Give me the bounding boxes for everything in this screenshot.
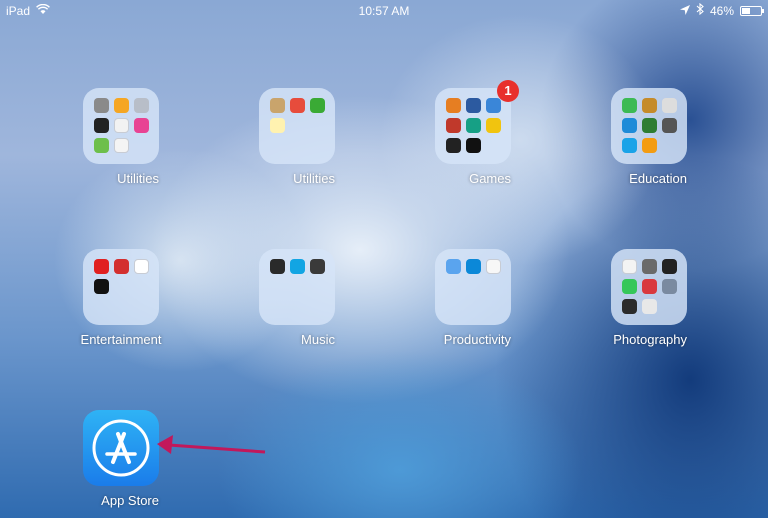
mini-app-icon bbox=[485, 118, 501, 133]
mini-app-icon bbox=[661, 98, 677, 113]
folder-productivity[interactable]: Productivity bbox=[435, 249, 511, 349]
app-label: App Store bbox=[101, 493, 159, 508]
bluetooth-icon bbox=[696, 0, 704, 22]
folder-icon[interactable] bbox=[259, 88, 335, 164]
folder-utilities-2[interactable]: Utilities bbox=[259, 88, 335, 188]
mini-app-icon bbox=[113, 138, 129, 153]
folder-label: Photography bbox=[613, 332, 687, 347]
folder-icon[interactable] bbox=[611, 88, 687, 164]
mini-app-icon bbox=[465, 259, 481, 274]
mini-app-icon bbox=[93, 98, 109, 113]
mini-app-icon bbox=[445, 138, 461, 153]
mini-app-icon bbox=[641, 118, 657, 133]
mini-app-icon bbox=[289, 259, 305, 274]
folder-entertainment[interactable]: Entertainment bbox=[80, 249, 162, 349]
mini-app-icon bbox=[133, 118, 149, 133]
folder-icon[interactable] bbox=[435, 249, 511, 325]
mini-app-icon bbox=[93, 259, 109, 274]
folder-photography[interactable]: Photography bbox=[611, 249, 687, 349]
mini-app-icon bbox=[309, 259, 325, 274]
mini-app-icon bbox=[309, 98, 325, 113]
mini-app-icon bbox=[113, 98, 129, 113]
mini-app-icon bbox=[269, 118, 285, 133]
mini-app-icon bbox=[621, 98, 637, 113]
folder-label: Games bbox=[469, 171, 511, 186]
mini-app-icon bbox=[93, 279, 109, 294]
folder-education[interactable]: Education bbox=[611, 88, 687, 188]
folder-music[interactable]: Music bbox=[259, 249, 335, 349]
mini-app-icon bbox=[445, 259, 461, 274]
mini-app-icon bbox=[621, 118, 637, 133]
status-time: 10:57 AM bbox=[358, 4, 410, 18]
mini-app-icon bbox=[621, 138, 637, 153]
folder-label: Utilities bbox=[293, 171, 335, 186]
mini-app-icon bbox=[621, 279, 637, 294]
mini-app-icon bbox=[661, 279, 677, 294]
app-store-app[interactable]: App Store bbox=[83, 410, 159, 510]
mini-app-icon bbox=[465, 118, 481, 133]
mini-app-icon bbox=[641, 98, 657, 113]
folder-icon[interactable] bbox=[611, 249, 687, 325]
mini-app-icon bbox=[465, 138, 481, 153]
battery-icon bbox=[740, 6, 764, 16]
folder-label: Utilities bbox=[117, 171, 159, 186]
mini-app-icon bbox=[641, 259, 657, 274]
folder-label: Entertainment bbox=[80, 332, 162, 347]
mini-app-icon bbox=[445, 98, 461, 113]
mini-app-icon bbox=[641, 279, 657, 294]
mini-app-icon bbox=[133, 259, 149, 274]
mini-app-icon bbox=[113, 259, 129, 274]
folder-icon[interactable]: 1 bbox=[435, 80, 519, 164]
mini-app-icon bbox=[641, 138, 657, 153]
mini-app-icon bbox=[465, 98, 481, 113]
mini-app-icon bbox=[485, 259, 501, 274]
mini-app-icon bbox=[621, 259, 637, 274]
mini-app-icon bbox=[269, 98, 285, 113]
battery-level bbox=[742, 8, 750, 14]
folder-label: Productivity bbox=[443, 332, 511, 347]
app-store-icon[interactable] bbox=[83, 410, 159, 486]
mini-app-icon bbox=[621, 299, 637, 314]
mini-app-icon bbox=[113, 118, 129, 133]
folder-games[interactable]: 1 Games bbox=[435, 80, 519, 188]
mini-app-icon bbox=[485, 98, 501, 113]
location-icon bbox=[679, 0, 690, 22]
mini-app-icon bbox=[93, 138, 109, 153]
mini-app-icon bbox=[661, 259, 677, 274]
mini-app-icon bbox=[93, 118, 109, 133]
mini-app-icon bbox=[661, 118, 677, 133]
notification-badge: 1 bbox=[497, 80, 519, 102]
folder-label: Music bbox=[301, 332, 335, 347]
folder-icon[interactable] bbox=[83, 249, 159, 325]
folder-utilities-1[interactable]: Utilities bbox=[83, 88, 159, 188]
folder-label: Education bbox=[629, 171, 687, 186]
folder-icon[interactable] bbox=[259, 249, 335, 325]
mini-app-icon bbox=[289, 98, 305, 113]
mini-app-icon bbox=[269, 259, 285, 274]
battery-percent: 46% bbox=[709, 4, 734, 18]
annotation-arrow-icon bbox=[157, 435, 266, 454]
mini-app-icon bbox=[641, 299, 657, 314]
mini-app-icon bbox=[445, 118, 461, 133]
status-bar: iPad 10:57 AM 46% bbox=[0, 0, 768, 22]
mini-app-icon bbox=[133, 98, 149, 113]
folder-icon[interactable] bbox=[83, 88, 159, 164]
